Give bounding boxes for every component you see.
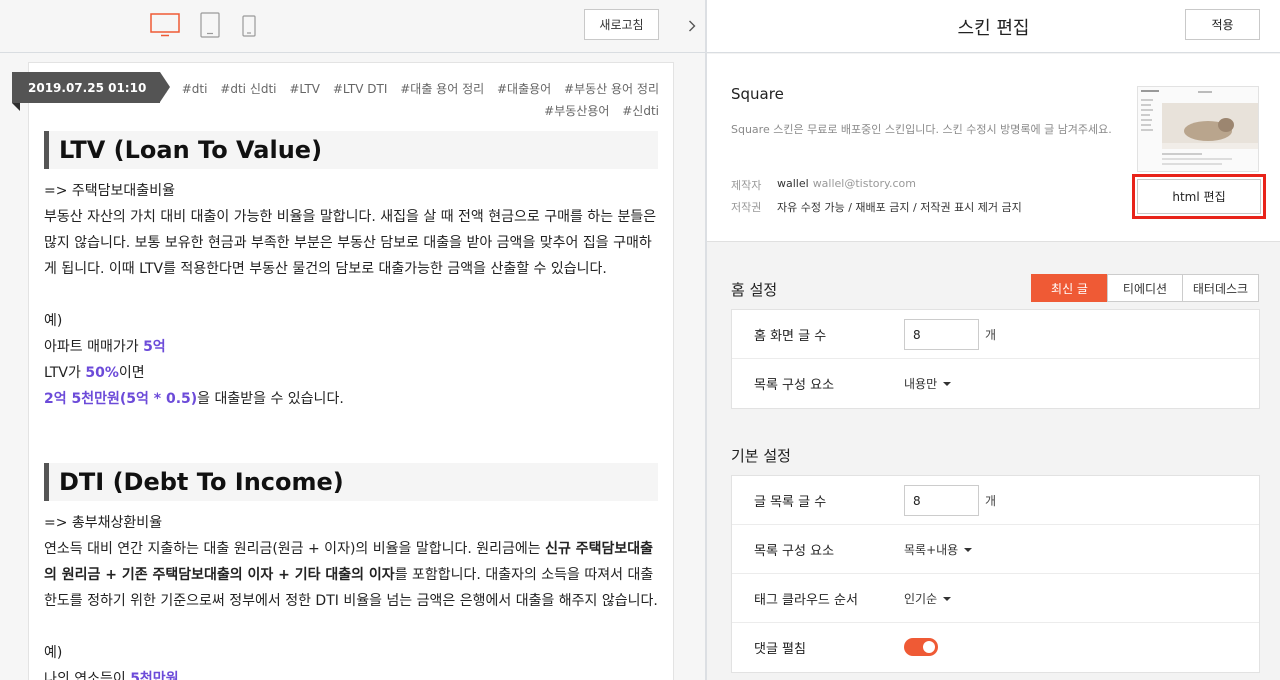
list-compose-label: 목록 구성 요소 <box>754 544 835 559</box>
tag-link[interactable]: #대출용어 <box>497 82 551 96</box>
maker-info: wallel wallel@tistory.com <box>777 177 916 190</box>
tag-link[interactable]: #신dti <box>622 104 659 118</box>
heading-dti: DTI (Debt To Income) <box>44 463 658 501</box>
list-post-count-unit: 개 <box>985 494 997 508</box>
skin-description: Square 스킨은 무료로 배포중인 스킨입니다. 스킨 수정시 방명록에 글… <box>731 123 1112 136</box>
tablet-icon[interactable] <box>200 12 220 38</box>
tag-cloud-order-row: 태그 클라우드 순서 인기순 <box>732 574 1259 623</box>
list-compose-row: 목록 구성 요소 목록+내용 <box>732 525 1259 574</box>
list-post-count-input[interactable] <box>904 485 979 516</box>
ltv-example-line3: 2억 5천만원(5억 * 0.5)을 대출받을 수 있습니다. <box>44 391 344 407</box>
list-compose-select[interactable]: 목록+내용 <box>904 525 973 574</box>
home-post-count-label: 홈 화면 글 수 <box>754 329 827 344</box>
tag-list: dsr #dti #dti 신dti #LTV #LTV DTI #대출 용어 … <box>129 78 659 122</box>
license-info: 자유 수정 가능 / 재배포 금지 / 저작권 표시 제거 금지 <box>777 201 1022 214</box>
skin-info-card: Square Square 스킨은 무료로 배포중인 스킨입니다. 스킨 수정시… <box>707 54 1280 242</box>
mobile-icon[interactable] <box>242 15 256 37</box>
toggle-knob <box>923 641 935 653</box>
tag-link[interactable]: #LTV DTI <box>333 82 388 96</box>
tag-link[interactable]: #dti 신dti <box>220 82 276 96</box>
list-post-count-row: 글 목록 글 수 개 <box>732 476 1259 525</box>
dti-definition: => 총부채상환비율 <box>44 515 163 531</box>
home-settings-box: 홈 화면 글 수 개 목록 구성 요소 내용만 <box>731 309 1260 409</box>
tag-cloud-order-label: 태그 클라우드 순서 <box>754 593 858 608</box>
tag-link[interactable]: #대출 용어 정리 <box>400 82 484 96</box>
dti-example-line1: 나의 연소득이 5천만원 <box>44 671 179 680</box>
refresh-button[interactable]: 새로고침 <box>584 9 659 40</box>
dti-example-label: 예) <box>44 645 63 661</box>
tag-link[interactable]: #부동산용어 <box>544 104 609 118</box>
basic-settings-box: 글 목록 글 수 개 목록 구성 요소 목록+내용 태그 클라우드 순서 인기순… <box>731 475 1260 673</box>
ltv-example-line1: 아파트 매매가가 5억 <box>44 339 166 355</box>
post-date-badge: 2019.07.25 01:10 <box>12 72 171 111</box>
comments-expand-toggle[interactable] <box>904 638 938 656</box>
tag-link[interactable]: #dti <box>182 82 208 96</box>
maker-label: 제작자 <box>731 179 762 192</box>
comments-expand-label: 댓글 펼침 <box>754 642 806 657</box>
heading-ltv: LTV (Loan To Value) <box>44 131 658 169</box>
tag-link[interactable]: #부동산 용어 정리 <box>564 82 659 96</box>
html-edit-button[interactable]: html 편집 <box>1137 179 1261 214</box>
home-compose-row: 목록 구성 요소 내용만 <box>732 359 1259 408</box>
dti-paragraph: 연소득 대비 연간 지출하는 대출 원리금(원금 + 이자)의 비율을 말합니다… <box>44 541 658 609</box>
skin-editor-pane: 스킨 편집 적용 Square Square 스킨은 무료로 배포중인 스킨입니… <box>707 0 1280 680</box>
home-post-count-input[interactable] <box>904 319 979 350</box>
apply-button[interactable]: 적용 <box>1185 9 1260 40</box>
caret-down-icon <box>943 381 952 386</box>
collapse-panel-button[interactable] <box>678 0 705 53</box>
ltv-definition: => 주택담보대출비율 <box>44 183 175 199</box>
chevron-right-icon <box>688 17 696 36</box>
home-tabs: 최신 글 티에디션 태터데스크 <box>1031 274 1259 302</box>
ltv-paragraph: 부동산 자산의 가치 대비 대출이 가능한 비율을 말합니다. 새집을 살 때 … <box>44 209 657 277</box>
tag-cloud-order-select[interactable]: 인기순 <box>904 574 952 623</box>
home-post-count-row: 홈 화면 글 수 개 <box>732 310 1259 359</box>
ltv-example-label: 예) <box>44 313 63 329</box>
tab-latest-posts[interactable]: 최신 글 <box>1031 274 1108 302</box>
skin-name: Square <box>731 85 784 103</box>
caret-down-icon <box>943 596 952 601</box>
html-edit-highlight: html 편집 <box>1132 174 1266 219</box>
home-compose-select[interactable]: 내용만 <box>904 359 952 408</box>
tag-link[interactable]: #LTV <box>289 82 320 96</box>
skin-thumbnail <box>1137 86 1259 172</box>
home-compose-label: 목록 구성 요소 <box>754 378 835 393</box>
desktop-icon[interactable] <box>150 13 180 37</box>
home-settings-title: 홈 설정 <box>731 281 778 299</box>
editor-header: 스킨 편집 적용 <box>707 0 1280 53</box>
list-post-count-label: 글 목록 글 수 <box>754 495 827 510</box>
ltv-example-line2: LTV가 50%이면 <box>44 365 145 381</box>
caret-down-icon <box>964 547 973 552</box>
home-post-count-unit: 개 <box>985 328 997 342</box>
preview-pane: 새로고침 2019.07.25 01:10 dsr #dti #dti 신dti… <box>0 0 705 680</box>
basic-settings-title: 기본 설정 <box>731 447 791 465</box>
tab-tatter-desk[interactable]: 태터데스크 <box>1182 274 1259 302</box>
tab-t-edition[interactable]: 티에디션 <box>1107 274 1183 302</box>
comments-expand-row: 댓글 펼침 <box>732 623 1259 672</box>
license-label: 저작권 <box>731 201 762 214</box>
preview-toolbar: 새로고침 <box>0 0 705 53</box>
blog-preview: dsr #dti #dti 신dti #LTV #LTV DTI #대출 용어 … <box>28 62 674 680</box>
